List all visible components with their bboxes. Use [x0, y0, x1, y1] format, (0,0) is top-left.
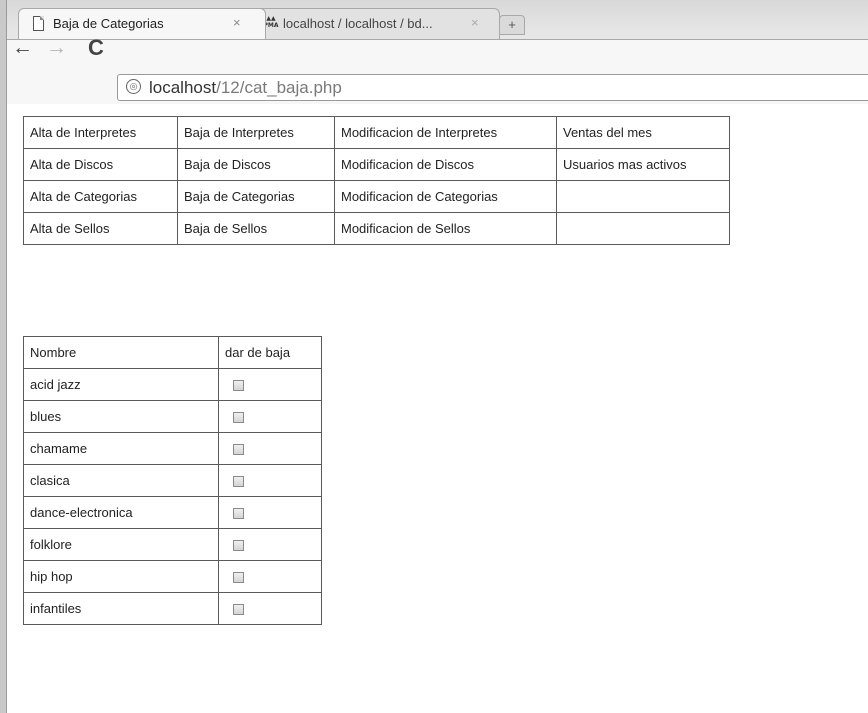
category-name: folklore [23, 528, 219, 561]
menu-link-alta-discos[interactable]: Alta de Discos [23, 148, 178, 181]
globe-icon: ◎ [126, 79, 141, 94]
table-row: acid jazz [23, 368, 322, 401]
tab-phpmyadmin[interactable]: ▲▲ PMA localhost / localhost / bd... × [252, 8, 500, 39]
reload-icon[interactable]: C [88, 36, 104, 60]
menu-row: Alta de Interpretes Baja de Interpretes … [23, 116, 730, 149]
delete-checkbox-cell [218, 560, 322, 593]
table-row: dance-electronica [23, 496, 322, 529]
tab-strip: Baja de Categorias × ▲▲ PMA localhost / l… [0, 0, 868, 40]
close-icon[interactable]: × [471, 15, 479, 30]
table-row: chamame [23, 432, 322, 465]
category-name: acid jazz [23, 368, 219, 401]
menu-link-alta-interpretes[interactable]: Alta de Interpretes [23, 116, 178, 149]
menu-row: Alta de Categorias Baja de Categorias Mo… [23, 180, 730, 213]
menu-row: Alta de Sellos Baja de Sellos Modificaci… [23, 212, 730, 245]
column-header-nombre: Nombre [23, 336, 219, 369]
category-name: blues [23, 400, 219, 433]
table-header-row: Nombre dar de baja [23, 336, 322, 369]
categories-table: Nombre dar de baja acid jazz blues chama… [23, 336, 322, 625]
address-bar[interactable]: ◎ localhost/12/cat_baja.php [117, 74, 868, 101]
table-row: clasica [23, 464, 322, 497]
delete-checkbox-cell [218, 592, 322, 625]
url-text[interactable]: localhost/12/cat_baja.php [149, 78, 342, 98]
table-row: folklore [23, 528, 322, 561]
table-row: hip hop [23, 560, 322, 593]
category-name: dance-electronica [23, 496, 219, 529]
delete-checkbox[interactable] [233, 572, 244, 584]
category-name: infantiles [23, 592, 219, 625]
menu-row: Alta de Discos Baja de Discos Modificaci… [23, 148, 730, 181]
menu-link-usuarios-activos[interactable]: Usuarios mas activos [556, 148, 730, 181]
close-icon[interactable]: × [233, 15, 241, 30]
category-name: clasica [23, 464, 219, 497]
table-row: blues [23, 400, 322, 433]
menu-link-baja-categorias[interactable]: Baja de Categorias [177, 180, 335, 213]
back-arrow-icon[interactable]: ← [12, 36, 33, 60]
new-tab-button[interactable]: + [499, 15, 525, 35]
delete-checkbox[interactable] [233, 476, 244, 488]
url-path: /12/cat_baja.php [216, 78, 342, 97]
category-name: hip hop [23, 560, 219, 593]
url-host: localhost [149, 78, 217, 97]
delete-checkbox[interactable] [233, 380, 244, 392]
delete-checkbox[interactable] [233, 444, 244, 456]
menu-link-modificacion-sellos[interactable]: Modificacion de Sellos [334, 212, 557, 245]
delete-checkbox-cell [218, 496, 322, 529]
tab-baja-de-categorias[interactable]: Baja de Categorias × [18, 8, 266, 39]
delete-checkbox-cell [218, 368, 322, 401]
delete-checkbox-cell [218, 528, 322, 561]
delete-checkbox-cell [218, 400, 322, 433]
menu-link-modificacion-interpretes[interactable]: Modificacion de Interpretes [334, 116, 557, 149]
delete-checkbox[interactable] [233, 540, 244, 552]
window-left-edge [0, 0, 7, 713]
column-header-dar-de-baja: dar de baja [218, 336, 322, 369]
menu-empty-cell [556, 212, 730, 245]
delete-checkbox-cell [218, 464, 322, 497]
forward-arrow-icon[interactable]: → [46, 36, 67, 60]
menu-link-ventas-mes[interactable]: Ventas del mes [556, 116, 730, 149]
tab-title: localhost / localhost / bd... [283, 16, 433, 31]
browser-chrome: Baja de Categorias × ▲▲ PMA localhost / l… [0, 0, 868, 104]
category-name: chamame [23, 432, 219, 465]
menu-link-baja-discos[interactable]: Baja de Discos [177, 148, 335, 181]
page-content: Alta de Interpretes Baja de Interpretes … [7, 104, 868, 713]
menu-link-alta-sellos[interactable]: Alta de Sellos [23, 212, 178, 245]
menu-link-baja-sellos[interactable]: Baja de Sellos [177, 212, 335, 245]
menu-empty-cell [556, 180, 730, 213]
table-row: infantiles [23, 592, 322, 625]
menu-link-modificacion-categorias[interactable]: Modificacion de Categorias [334, 180, 557, 213]
tab-title: Baja de Categorias [53, 16, 164, 31]
delete-checkbox[interactable] [233, 508, 244, 520]
menu-link-modificacion-discos[interactable]: Modificacion de Discos [334, 148, 557, 181]
delete-checkbox[interactable] [233, 412, 244, 424]
menu-link-alta-categorias[interactable]: Alta de Categorias [23, 180, 178, 213]
delete-checkbox[interactable] [233, 604, 244, 616]
document-icon [33, 16, 44, 31]
delete-checkbox-cell [218, 432, 322, 465]
admin-menu-table: Alta de Interpretes Baja de Interpretes … [23, 116, 730, 245]
menu-link-baja-interpretes[interactable]: Baja de Interpretes [177, 116, 335, 149]
